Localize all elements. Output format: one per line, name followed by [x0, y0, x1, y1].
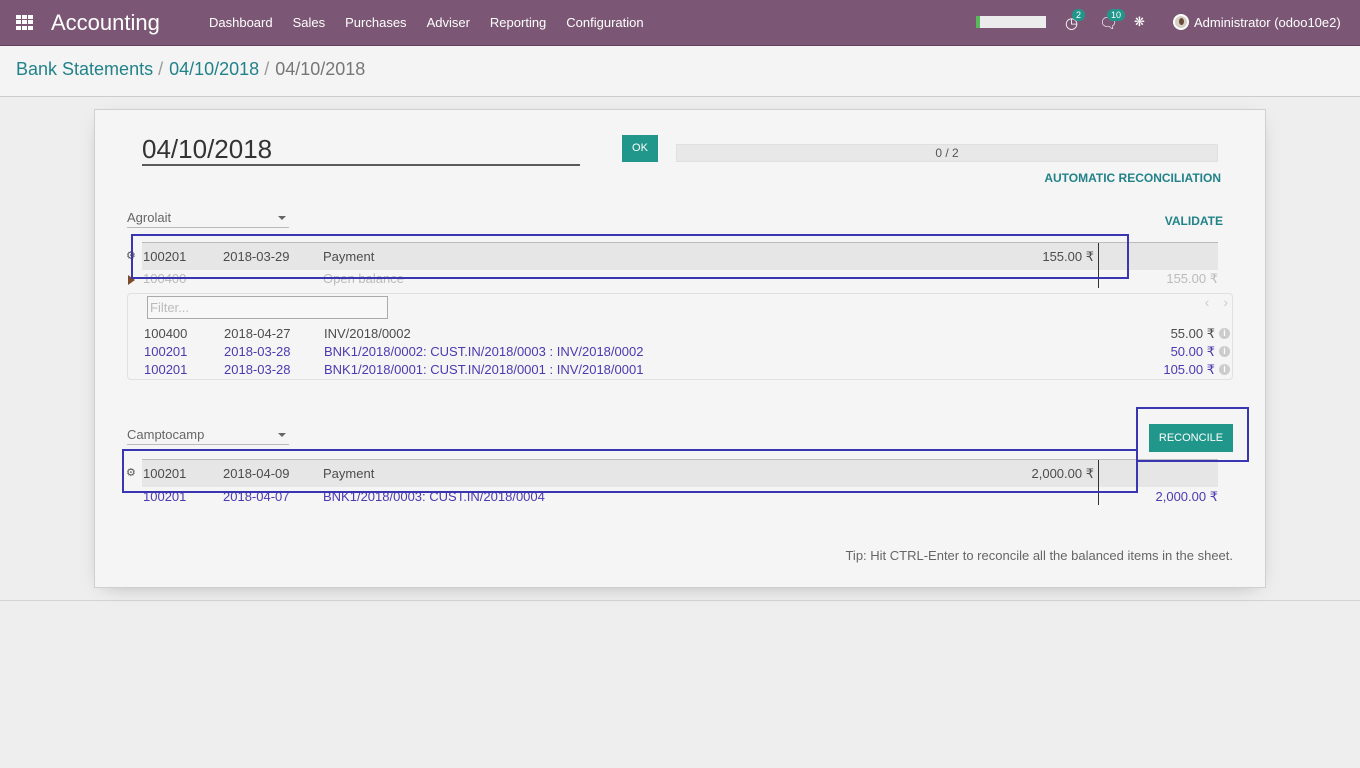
pager-next-icon[interactable]: ›: [1223, 294, 1228, 310]
match-label: BNK1/2018/0002: CUST.IN/2018/0003 : INV/…: [324, 344, 644, 359]
menu-purchases[interactable]: Purchases: [345, 15, 406, 30]
activity-badge: 2: [1072, 9, 1086, 21]
reconcile-button[interactable]: RECONCILE: [1149, 424, 1233, 452]
match-candidates-panel: ‹ › 100400 2018-04-27 INV/2018/0002 55.0…: [127, 293, 1233, 380]
gear-icon[interactable]: ⚙: [126, 249, 136, 262]
partner-select-camptocamp[interactable]: Camptocamp: [127, 427, 289, 445]
proposition-amount: 2,000.00 ₹: [1155, 489, 1219, 504]
breadcrumb: Bank Statements / 04/10/2018 / 04/10/201…: [16, 59, 365, 80]
line-label: Payment: [323, 249, 375, 264]
debug-button[interactable]: ❋: [1134, 14, 1145, 30]
reconciliation-sheet: 04/10/2018 OK 0 / 2 AUTOMATIC RECONCILIA…: [94, 109, 1266, 588]
statement-name-field[interactable]: 04/10/2018: [142, 134, 580, 166]
match-label: BNK1/2018/0001: CUST.IN/2018/0001 : INV/…: [324, 362, 644, 377]
partner-name: Agrolait: [127, 210, 172, 225]
menu-dashboard[interactable]: Dashboard: [209, 15, 273, 30]
match-row[interactable]: 100201 2018-03-28 BNK1/2018/0002: CUST.I…: [144, 344, 1232, 362]
menu-adviser[interactable]: Adviser: [427, 15, 470, 30]
menu-configuration[interactable]: Configuration: [566, 15, 643, 30]
app-title: Accounting: [51, 10, 160, 35]
statement-line-row[interactable]: 100201 2018-03-29 Payment 155.00 ₹: [142, 242, 1218, 270]
match-amount: 55.00 ₹: [1170, 326, 1215, 341]
proposition-date: 2018-04-07: [223, 489, 290, 504]
proposition-label: BNK1/2018/0003: CUST.IN/2018/0004: [323, 489, 545, 504]
match-date: 2018-03-28: [224, 344, 291, 359]
content-area: 04/10/2018 OK 0 / 2 AUTOMATIC RECONCILIA…: [0, 97, 1360, 601]
messages-button[interactable]: 🗨 10: [1099, 9, 1126, 32]
line-date: 2018-03-29: [223, 249, 290, 264]
match-account: 100201: [144, 344, 188, 359]
match-pager: ‹ ›: [1195, 294, 1228, 310]
match-account: 100201: [144, 362, 188, 377]
match-date: 2018-03-28: [224, 362, 291, 377]
info-icon[interactable]: i: [1219, 346, 1230, 357]
onboarding-progress-bar[interactable]: [976, 16, 1046, 28]
main-menu: Dashboard Sales Purchases Adviser Report…: [199, 15, 654, 30]
bug-icon: ❋: [1134, 14, 1145, 29]
pager-previous-icon[interactable]: ‹: [1205, 294, 1210, 310]
line-account: 100201: [143, 249, 187, 264]
activity-button[interactable]: ◷ 2: [1065, 9, 1086, 32]
breadcrumb-separator: /: [264, 59, 270, 79]
breadcrumb-separator: /: [158, 59, 164, 79]
line-amount: 2,000.00 ₹: [1031, 466, 1095, 481]
info-icon[interactable]: i: [1219, 364, 1230, 375]
proposition-row[interactable]: 100201 2018-04-07 BNK1/2018/0003: CUST.I…: [142, 489, 1218, 507]
line-date: 2018-04-09: [223, 466, 290, 481]
match-amount: 50.00 ₹: [1170, 344, 1215, 359]
menu-reporting[interactable]: Reporting: [490, 15, 546, 30]
proposition-account: 100201: [143, 489, 187, 504]
keyboard-tip: Tip: Hit CTRL-Enter to reconcile all the…: [845, 548, 1233, 563]
caret-down-icon: [278, 216, 286, 220]
match-account: 100400: [144, 326, 188, 341]
open-balance-row: 100400 Open balance 155.00 ₹: [142, 271, 1218, 289]
statement-line-row[interactable]: 100201 2018-04-09 Payment 2,000.00 ₹: [142, 459, 1218, 487]
line-amount: 155.00 ₹: [1042, 249, 1094, 264]
breadcrumb-statement[interactable]: 04/10/2018: [169, 59, 259, 80]
match-label: INV/2018/0002: [324, 326, 411, 341]
line-account: 100201: [143, 466, 187, 481]
user-menu[interactable]: Administrator (odoo10e2): [1173, 14, 1341, 30]
line-label: Payment: [323, 466, 375, 481]
partner-select-agrolait[interactable]: Agrolait: [127, 210, 289, 228]
breadcrumb-bank-statements[interactable]: Bank Statements: [16, 59, 153, 80]
match-row[interactable]: 100400 2018-04-27 INV/2018/0002 55.00 ₹ …: [144, 326, 1232, 344]
partner-name: Camptocamp: [127, 427, 205, 442]
avatar: [1173, 14, 1189, 30]
menu-sales[interactable]: Sales: [293, 15, 326, 30]
info-icon[interactable]: i: [1219, 328, 1230, 339]
expand-arrow-icon[interactable]: [128, 275, 135, 285]
match-date: 2018-04-27: [224, 326, 291, 341]
top-navbar: Accounting Dashboard Sales Purchases Adv…: [0, 0, 1360, 46]
apps-icon[interactable]: [16, 15, 33, 30]
filter-input[interactable]: [147, 296, 388, 319]
match-row[interactable]: 100201 2018-03-28 BNK1/2018/0001: CUST.I…: [144, 362, 1232, 380]
caret-down-icon: [278, 433, 286, 437]
open-balance-amount: 155.00 ₹: [1166, 271, 1218, 286]
match-amount: 105.00 ₹: [1163, 362, 1215, 377]
gear-icon[interactable]: ⚙: [126, 466, 136, 479]
validate-button[interactable]: VALIDATE: [1165, 214, 1223, 228]
control-panel: Bank Statements / 04/10/2018 / 04/10/201…: [0, 46, 1360, 97]
open-balance-label: Open balance: [323, 271, 404, 286]
ok-button[interactable]: OK: [622, 135, 658, 162]
open-balance-account: 100400: [143, 271, 187, 286]
messages-badge: 10: [1107, 9, 1126, 21]
automatic-reconciliation-button[interactable]: AUTOMATIC RECONCILIATION: [1044, 171, 1221, 185]
reconcile-progress-bar: 0 / 2: [676, 144, 1218, 162]
user-name: Administrator (odoo10e2): [1194, 14, 1341, 30]
breadcrumb-current: 04/10/2018: [275, 59, 366, 79]
